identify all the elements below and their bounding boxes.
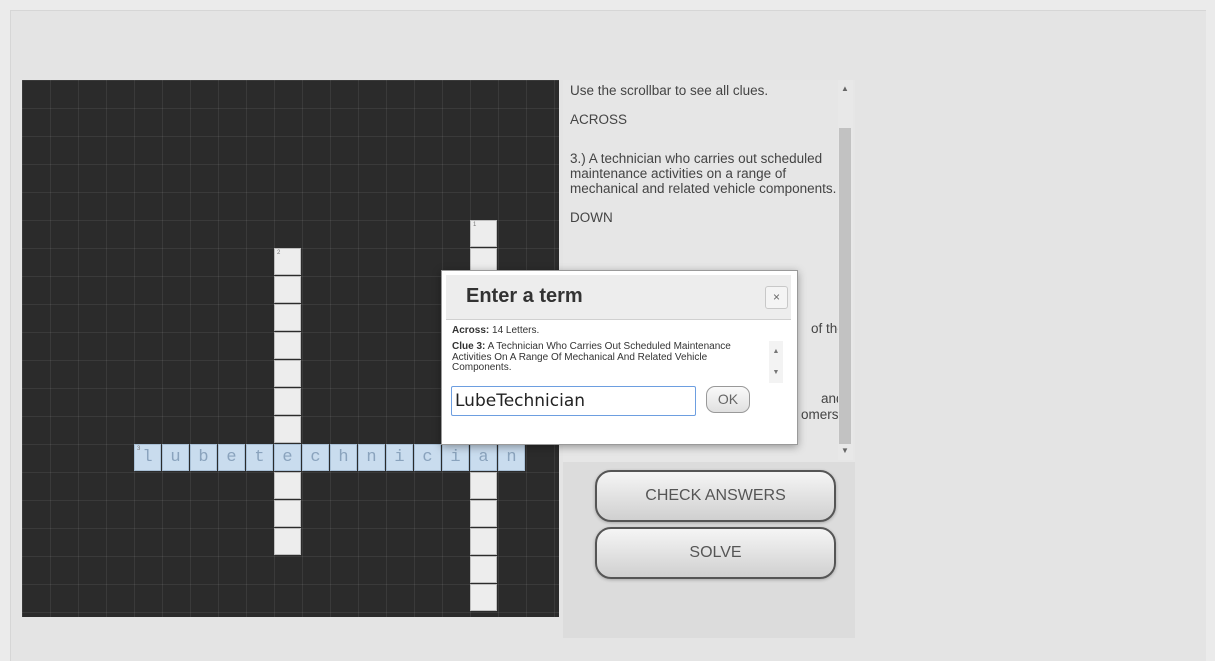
down-cell[interactable] bbox=[274, 416, 301, 443]
down-cell[interactable] bbox=[274, 304, 301, 331]
across-cell[interactable]: n bbox=[498, 444, 525, 471]
cell-letter: c bbox=[422, 448, 433, 467]
across-cell[interactable]: i bbox=[442, 444, 469, 471]
down-cell[interactable] bbox=[274, 500, 301, 527]
enter-term-dialog: Enter a term × Across: 14 Letters. Clue … bbox=[441, 270, 798, 445]
cell-letter: e bbox=[282, 448, 293, 467]
dialog-clue: Clue 3: A Technician Who Carries Out Sch… bbox=[452, 341, 752, 374]
clue-label: Clue 3: bbox=[452, 341, 486, 352]
ok-button[interactable]: OK bbox=[706, 386, 750, 413]
down-cell[interactable] bbox=[470, 472, 497, 499]
scroll-down-icon[interactable]: ▼ bbox=[769, 362, 783, 383]
dialog-clue-scrollbar[interactable]: ▲ ▼ bbox=[769, 341, 783, 383]
cell-letter: c bbox=[310, 448, 321, 467]
down-cell[interactable] bbox=[470, 528, 497, 555]
letter-count: 14 Letters. bbox=[489, 325, 540, 336]
across-cell[interactable]: n bbox=[358, 444, 385, 471]
cell-letter: n bbox=[366, 448, 377, 467]
scroll-up-icon[interactable]: ▲ bbox=[769, 341, 783, 362]
down-cell[interactable] bbox=[274, 360, 301, 387]
down-cell[interactable]: 2 bbox=[274, 248, 301, 275]
cell-number: 2 bbox=[277, 250, 281, 256]
clue-text: A Technician Who Carries Out Scheduled M… bbox=[452, 341, 731, 373]
across-cell[interactable]: t bbox=[246, 444, 273, 471]
across-cell[interactable]: e bbox=[274, 444, 301, 471]
cell-letter: t bbox=[254, 448, 265, 467]
down-cell[interactable] bbox=[470, 584, 497, 611]
across-cell[interactable]: c bbox=[302, 444, 329, 471]
down-cell[interactable] bbox=[274, 528, 301, 555]
cell-letter: b bbox=[198, 448, 209, 467]
cell-letter: i bbox=[394, 448, 405, 467]
dialog-title: Enter a term bbox=[466, 285, 583, 307]
across-cell[interactable]: e bbox=[218, 444, 245, 471]
down-header: DOWN bbox=[570, 210, 613, 225]
cell-letter: e bbox=[226, 448, 237, 467]
cell-number: 3 bbox=[137, 446, 141, 452]
across-cell[interactable]: a bbox=[470, 444, 497, 471]
across-cell[interactable]: c bbox=[414, 444, 441, 471]
direction-label: Across: bbox=[452, 325, 490, 336]
cell-letter: a bbox=[478, 448, 489, 467]
across-cell[interactable]: u bbox=[162, 444, 189, 471]
down-cell[interactable] bbox=[274, 332, 301, 359]
clue-text: Use the scrollbar to see all clues. ACRO… bbox=[570, 80, 840, 239]
clue-intro: Use the scrollbar to see all clues. bbox=[570, 83, 769, 98]
down-cell[interactable] bbox=[274, 472, 301, 499]
across-cell[interactable]: h bbox=[330, 444, 357, 471]
across-cell[interactable]: b bbox=[190, 444, 217, 471]
answer-input[interactable] bbox=[451, 386, 696, 416]
check-answers-button[interactable]: CHECK ANSWERS bbox=[595, 470, 836, 522]
across-header: ACROSS bbox=[570, 112, 628, 127]
across-cell[interactable]: i bbox=[386, 444, 413, 471]
down-cell[interactable] bbox=[470, 500, 497, 527]
cell-letter: l bbox=[142, 448, 153, 467]
cell-letter: n bbox=[506, 448, 517, 467]
cell-number: 1 bbox=[473, 222, 477, 228]
scroll-up-icon[interactable]: ▲ bbox=[840, 84, 850, 93]
across-cell[interactable]: 3l bbox=[134, 444, 161, 471]
close-icon[interactable]: × bbox=[765, 286, 788, 309]
down-cell[interactable] bbox=[470, 556, 497, 583]
solve-button[interactable]: SOLVE bbox=[595, 527, 836, 579]
across-clue-3: 3.) A technician who carries out schedul… bbox=[570, 151, 837, 196]
down-cell[interactable] bbox=[274, 388, 301, 415]
cell-letter: i bbox=[450, 448, 461, 467]
scroll-down-icon[interactable]: ▼ bbox=[840, 446, 850, 455]
cell-letter: u bbox=[170, 448, 181, 467]
dialog-header: Enter a term × bbox=[446, 275, 791, 320]
down-cell[interactable]: 1 bbox=[470, 220, 497, 247]
clue-scrollbar-thumb[interactable] bbox=[839, 128, 851, 444]
down-clue-fragment: omers bbox=[801, 407, 839, 422]
cell-letter: h bbox=[338, 448, 349, 467]
term-length-info: Across: 14 Letters. bbox=[452, 325, 539, 336]
down-cell[interactable] bbox=[274, 276, 301, 303]
